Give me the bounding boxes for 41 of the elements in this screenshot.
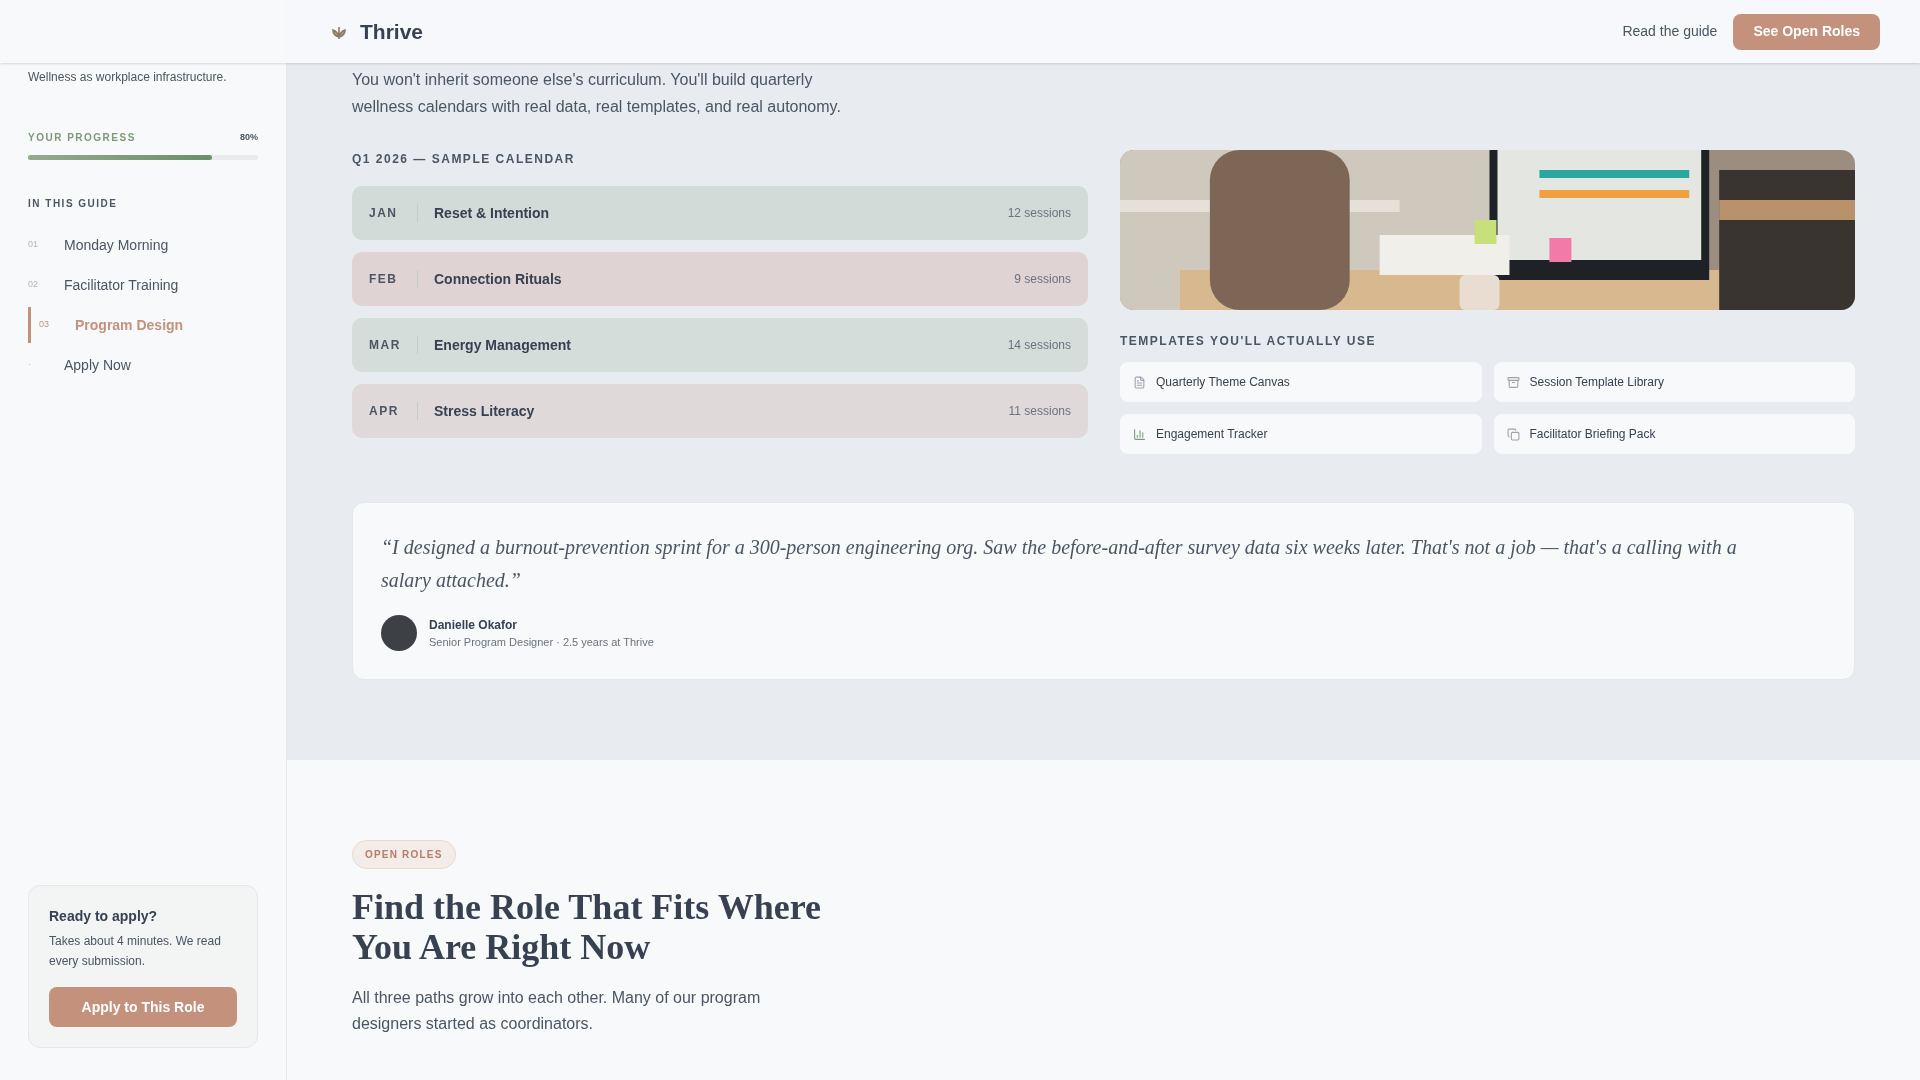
calendar-heading: Q1 2026 — SAMPLE CALENDAR bbox=[352, 151, 576, 168]
tray-icon bbox=[1506, 375, 1520, 389]
template-card[interactable]: Quarterly Theme Canvas bbox=[1120, 362, 1482, 402]
open-roles-text: All three paths grow into each other. Many of our program designers started as coordinators. bbox=[352, 988, 762, 1034]
author-role: Senior Program Designer · 2.5 years at Thrive bbox=[429, 634, 654, 650]
template-card[interactable]: Engagement Tracker bbox=[1120, 414, 1482, 454]
session-count: 12 sessions bbox=[1007, 205, 1071, 222]
templates-heading: TEMPLATES YOU'LL ACTUALLY USE bbox=[1120, 333, 1377, 350]
open-roles-heading: Find the Role That Fits Where You Are Right Now bbox=[352, 887, 823, 967]
session-count: 9 sessions bbox=[1014, 271, 1071, 288]
apply-card-title: Ready to apply? bbox=[49, 907, 159, 926]
template-card[interactable]: Facilitator Briefing Pack bbox=[1493, 414, 1855, 454]
guide-link[interactable]: Read the guide bbox=[1622, 21, 1718, 42]
progress-reading: 80% bbox=[240, 130, 258, 144]
theme-title: Reset & Intention bbox=[434, 203, 550, 223]
avatar bbox=[381, 615, 417, 651]
intro-text: You won't inherit someone else's curriculum. You'll build quarterly wellness calendars with real data, real templates, and real autonomy. bbox=[352, 70, 842, 117]
guide-item[interactable]: 02 Facilitator Training bbox=[28, 267, 258, 303]
theme-title: Connection Rituals bbox=[434, 269, 562, 289]
sidebar-tagline: Wellness as workplace infrastructure. bbox=[28, 69, 228, 86]
guide-heading: IN THIS GUIDE bbox=[28, 197, 119, 211]
template-card[interactable]: Session Template Library bbox=[1493, 362, 1855, 402]
session-count: 11 sessions bbox=[1008, 403, 1071, 420]
apply-card-text: Takes about 4 minutes. We read every submission. bbox=[49, 933, 222, 970]
document-icon bbox=[1133, 375, 1146, 389]
guide-item[interactable]: · Apply Now bbox=[28, 347, 258, 383]
open-roles-badge: OPEN ROLES bbox=[352, 840, 456, 869]
theme-title: Stress Literacy bbox=[434, 401, 535, 421]
month-label: APR bbox=[369, 403, 400, 420]
month-label: FEB bbox=[369, 271, 399, 288]
author-name: Danielle Okafor bbox=[429, 616, 519, 634]
brand-name: Thrive bbox=[360, 18, 424, 45]
progress-label: YOUR PROGRESS bbox=[28, 131, 136, 145]
theme-title: Energy Management bbox=[434, 335, 571, 355]
copy-icon bbox=[1506, 427, 1520, 441]
testimonial-quote: “I designed a burnout-prevention sprint for a 300-person engineering org. Saw the before-and-after survey data six weeks later. That's not a job — that's a calling with a salary attached.” bbox=[381, 535, 1738, 594]
bar-chart-icon bbox=[1133, 427, 1146, 441]
guide-item[interactable]: 01 Monday Morning bbox=[28, 227, 258, 263]
session-count: 14 sessions bbox=[1007, 337, 1071, 354]
month-label: JAN bbox=[369, 205, 399, 222]
month-label: MAR bbox=[369, 337, 402, 354]
